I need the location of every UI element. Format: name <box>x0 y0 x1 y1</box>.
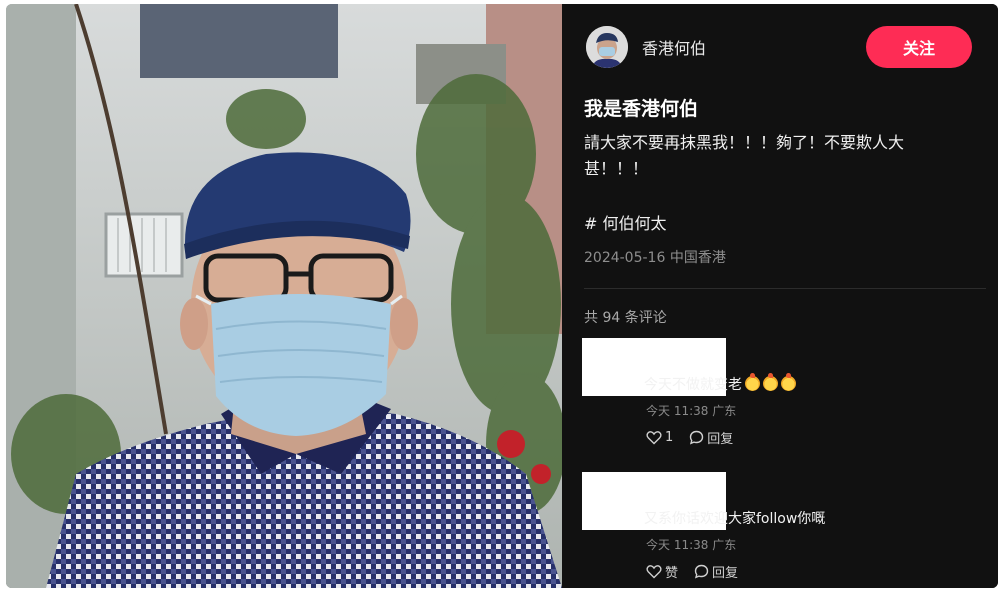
heart-icon <box>646 565 662 579</box>
comment-item: 又系你话欢迎大家follow你嘅 今天 11:38 广东 赞 回复 <box>582 472 982 588</box>
mango-emoji-icon <box>763 373 778 391</box>
redacted-avatar-block <box>582 472 638 530</box>
author-row: 香港何伯 关注 <box>586 24 982 70</box>
comment-text: 今天不做就变老 <box>644 373 796 394</box>
avatar-icon <box>586 26 628 68</box>
heart-icon <box>646 431 662 445</box>
redacted-avatar-block <box>582 338 638 396</box>
follow-button[interactable]: 关注 <box>866 26 972 68</box>
comment-meta: 今天 11:38 广东 <box>646 536 736 553</box>
reply-label: 回复 <box>712 566 739 581</box>
section-divider <box>584 288 986 289</box>
comment-text-content: 今天不做就变老 <box>644 377 742 393</box>
comment-text: 又系你话欢迎大家follow你嘅 <box>644 508 825 528</box>
comment-actions: 1 回复 <box>646 428 733 447</box>
like-label: 赞 <box>665 566 679 581</box>
comment-text-content: 又系你话欢迎大家follow你嘅 <box>644 511 826 527</box>
reply-button[interactable]: 回复 <box>689 428 733 447</box>
post-meta: 2024-05-16 中国香港 <box>584 247 726 267</box>
comment-bubble-icon <box>690 430 704 445</box>
comment-actions: 赞 回复 <box>646 562 738 581</box>
post-caption: 請大家不要再抹黑我！！！夠了！不要欺人大甚！！！ <box>584 133 905 178</box>
author-avatar[interactable] <box>586 26 628 68</box>
comment-region: 广东 <box>712 404 737 418</box>
comment-region: 广东 <box>712 538 737 552</box>
comment-bubble-icon <box>694 564 709 579</box>
reply-label: 回复 <box>707 432 734 447</box>
like-count: 1 <box>665 430 674 445</box>
post-date: 2024-05-16 <box>584 250 666 266</box>
mango-emoji-icon <box>781 373 796 391</box>
comment-time: 今天 11:38 <box>646 538 709 552</box>
post-title: 我是香港何伯 <box>584 98 699 120</box>
post-detail-panel: 香港何伯 关注 我是香港何伯 請大家不要再抹黑我！！！夠了！不要欺人大甚！！！ … <box>562 4 998 588</box>
like-button[interactable]: 赞 <box>646 562 678 581</box>
reply-button[interactable]: 回复 <box>694 562 738 581</box>
author-name[interactable]: 香港何伯 <box>642 35 706 59</box>
post-hashtag[interactable]: # 何伯何太 <box>584 210 667 234</box>
post-photo[interactable] <box>6 4 562 588</box>
comment-count: 共 94 条评论 <box>584 310 667 326</box>
comment-item: 今天不做就变老 今天 11:38 广东 1 回复 <box>582 338 982 458</box>
like-button[interactable]: 1 <box>646 430 673 445</box>
comment-meta: 今天 11:38 广东 <box>646 402 736 419</box>
post-location: 中国香港 <box>669 250 726 266</box>
photo-illustration <box>6 4 562 588</box>
comment-time: 今天 11:38 <box>646 404 709 418</box>
mango-emoji-icon <box>745 373 760 391</box>
post-viewer: 香港何伯 关注 我是香港何伯 請大家不要再抹黑我！！！夠了！不要欺人大甚！！！ … <box>6 4 998 588</box>
